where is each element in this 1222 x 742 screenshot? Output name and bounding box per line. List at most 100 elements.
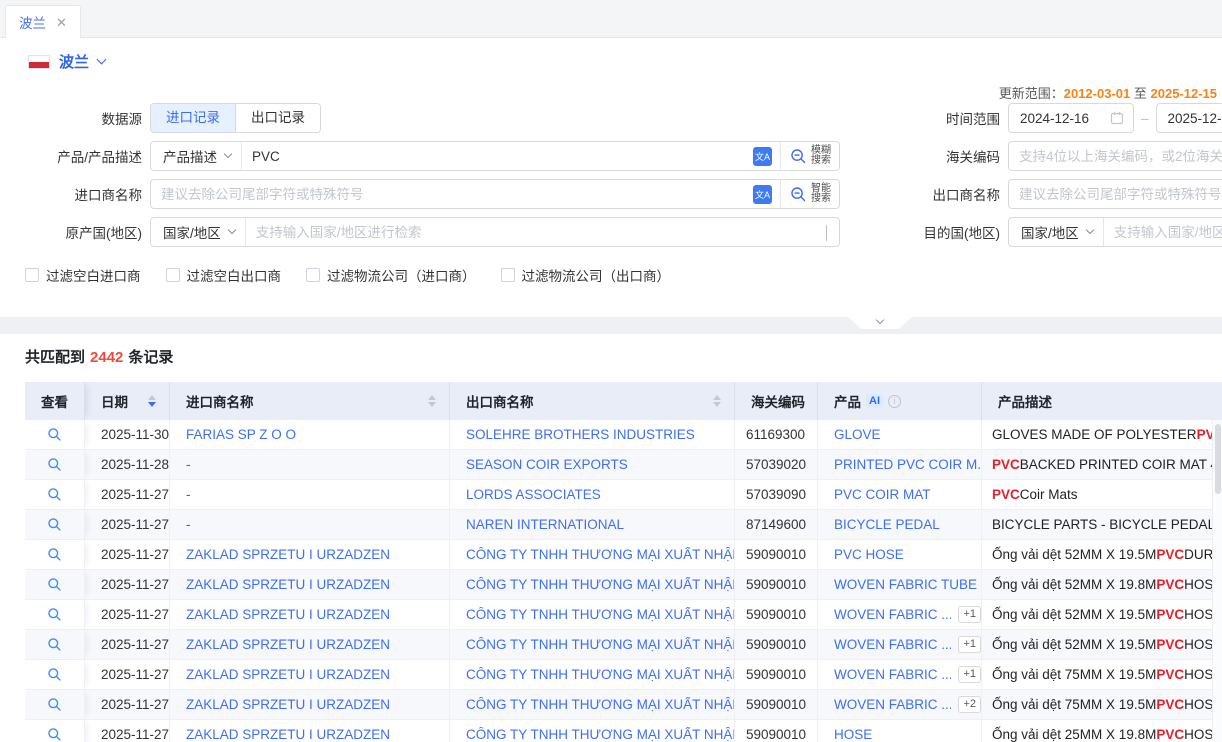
keyword-highlight: PVC: [1156, 577, 1184, 592]
origin-region-select[interactable]: 国家/地区: [151, 218, 245, 246]
destination-input[interactable]: [1104, 219, 1222, 245]
sort-asc-icon[interactable]: [148, 395, 156, 400]
importer-link[interactable]: ZAKLAD SPRZETU I URZADZEN: [186, 637, 390, 652]
filter-blank-importer[interactable]: 过滤空白进口商: [25, 265, 141, 285]
translate-icon[interactable]: [753, 147, 772, 166]
importer-input[interactable]: [151, 181, 745, 207]
checkbox-icon[interactable]: [501, 268, 515, 282]
fuzzy-search-button[interactable]: 模糊 搜索: [781, 142, 839, 170]
tab-poland[interactable]: 波兰: [5, 5, 81, 38]
exporter-cell: CÔNG TY TNHH THƯƠNG MẠI XUẤT NHẬP...: [450, 630, 735, 659]
close-icon[interactable]: [56, 16, 67, 29]
origin-input[interactable]: [246, 219, 820, 245]
sort-control[interactable]: [428, 395, 436, 407]
more-products-badge[interactable]: +2: [958, 696, 981, 713]
exporter-link[interactable]: SOLEHRE BROTHERS INDUSTRIES: [466, 427, 695, 442]
filter-blank-exporter[interactable]: 过滤空白出口商: [166, 265, 282, 285]
exporter-link[interactable]: SEASON COIR EXPORTS: [466, 457, 628, 472]
importer-link[interactable]: ZAKLAD SPRZETU I URZADZEN: [186, 727, 390, 742]
importer-link[interactable]: ZAKLAD SPRZETU I URZADZEN: [186, 547, 390, 562]
chevron-down-icon[interactable]: [97, 55, 107, 65]
collapse-panel-button[interactable]: [848, 317, 912, 329]
translate-icon[interactable]: [753, 185, 772, 204]
view-record-button[interactable]: [45, 575, 64, 594]
scrollbar-thumb[interactable]: [1215, 424, 1221, 494]
product-link[interactable]: BICYCLE PEDAL: [834, 517, 940, 532]
view-cell: [25, 450, 85, 479]
checkbox-icon[interactable]: [306, 268, 320, 282]
exporter-link[interactable]: CÔNG TY TNHH THƯƠNG MẠI XUẤT NHẬP...: [466, 547, 734, 562]
importer-link[interactable]: ZAKLAD SPRZETU I URZADZEN: [186, 577, 390, 592]
filter-logistics-importer[interactable]: 过滤物流公司（进口商）: [306, 265, 476, 285]
product-type-select[interactable]: 产品描述: [151, 142, 241, 170]
product-link[interactable]: WOVEN FABRIC ...: [834, 667, 951, 682]
hs-code-input[interactable]: [1009, 143, 1222, 169]
exporter-link[interactable]: CÔNG TY TNHH THƯƠNG MẠI XUẤT NHẬP...: [466, 637, 734, 652]
time-range-group: 时间范围 2024-12-16 – 2025-12-15: [850, 103, 1222, 133]
view-record-button[interactable]: [45, 485, 64, 504]
product-link[interactable]: HOSE: [834, 727, 872, 742]
view-record-button[interactable]: [45, 425, 64, 444]
filter-logistics-exporter[interactable]: 过滤物流公司（出口商）: [501, 265, 671, 285]
product-link[interactable]: WOVEN FABRIC ...: [834, 607, 951, 622]
view-record-button[interactable]: [45, 665, 64, 684]
exporter-input[interactable]: [1009, 181, 1222, 207]
exporter-link[interactable]: CÔNG TY TNHH THƯƠNG MẠI XUẤT NHẬP...: [466, 727, 734, 742]
sort-asc-icon[interactable]: [713, 395, 721, 400]
product-link[interactable]: PRINTED PVC COIR M...: [834, 457, 981, 472]
more-products-badge[interactable]: +1: [958, 666, 981, 683]
checkbox-icon[interactable]: [25, 268, 39, 282]
sort-control[interactable]: [148, 395, 156, 407]
importer-link[interactable]: ZAKLAD SPRZETU I URZADZEN: [186, 607, 390, 622]
importer-cell: -: [170, 450, 450, 479]
importer-link[interactable]: ZAKLAD SPRZETU I URZADZEN: [186, 667, 390, 682]
product-cell: PVC HOSE: [818, 540, 982, 569]
exporter-link[interactable]: CÔNG TY TNHH THƯƠNG MẠI XUẤT NHẬP...: [466, 607, 734, 622]
sort-desc-icon[interactable]: [148, 402, 156, 407]
exporter-link[interactable]: CÔNG TY TNHH THƯƠNG MẠI XUẤT NHẬP...: [466, 667, 734, 682]
col-header-label: 海关编码: [751, 391, 805, 411]
product-link[interactable]: GLOVE: [834, 427, 881, 442]
view-record-button[interactable]: [45, 605, 64, 624]
poland-flag-icon: [28, 55, 50, 69]
info-icon[interactable]: [888, 395, 901, 408]
sort-desc-icon[interactable]: [428, 402, 436, 407]
view-record-button[interactable]: [45, 545, 64, 564]
view-record-button[interactable]: [45, 695, 64, 714]
product-link[interactable]: WOVEN FABRIC TUBE: [834, 577, 977, 592]
product-link[interactable]: PVC COIR MAT: [834, 487, 931, 502]
date-from-input[interactable]: 2024-12-16: [1008, 103, 1134, 133]
col-header-date[interactable]: 日期: [85, 382, 170, 420]
exporter-link[interactable]: LORDS ASSOCIATES: [466, 487, 601, 502]
view-record-button[interactable]: [45, 635, 64, 654]
product-link[interactable]: WOVEN FABRIC ...: [834, 637, 951, 652]
view-record-button[interactable]: [45, 515, 64, 534]
importer-link[interactable]: ZAKLAD SPRZETU I URZADZEN: [186, 697, 390, 712]
view-record-button[interactable]: [45, 455, 64, 474]
sort-asc-icon[interactable]: [428, 395, 436, 400]
product-link[interactable]: WOVEN FABRIC ...: [834, 697, 951, 712]
checkbox-icon[interactable]: [166, 268, 180, 282]
destination-region-select[interactable]: 国家/地区: [1009, 218, 1103, 246]
more-products-badge[interactable]: +1: [958, 636, 981, 653]
sort-control[interactable]: [713, 395, 721, 407]
view-record-button[interactable]: [45, 725, 64, 742]
empty-value: -: [186, 517, 191, 532]
exporter-link[interactable]: CÔNG TY TNHH THƯƠNG MẠI XUẤT NHẬP...: [466, 577, 734, 592]
importer-link[interactable]: FARIAS SP Z O O: [186, 427, 296, 442]
exporter-link[interactable]: CÔNG TY TNHH THƯƠNG MẠI XUẤT NHẬP...: [466, 697, 734, 712]
col-header-importer[interactable]: 进口商名称: [170, 382, 450, 420]
product-desc-cell: PVC Coir Mats: [982, 480, 1212, 509]
datasource-toggle: 进口记录 出口记录: [150, 103, 321, 133]
date-to-input[interactable]: 2025-12-15: [1156, 103, 1222, 133]
product-link[interactable]: PVC HOSE: [834, 547, 904, 562]
more-products-badge[interactable]: +1: [958, 606, 981, 623]
smart-search-button[interactable]: 智能 搜索: [781, 180, 839, 208]
sort-desc-icon[interactable]: [713, 402, 721, 407]
tab-export-records[interactable]: 出口记录: [235, 104, 320, 132]
exporter-link[interactable]: NAREN INTERNATIONAL: [466, 517, 624, 532]
col-header-exporter[interactable]: 出口商名称: [450, 382, 735, 420]
table-scrollbar[interactable]: [1212, 382, 1222, 742]
product-input[interactable]: [242, 143, 745, 169]
tab-import-records[interactable]: 进口记录: [151, 104, 235, 132]
